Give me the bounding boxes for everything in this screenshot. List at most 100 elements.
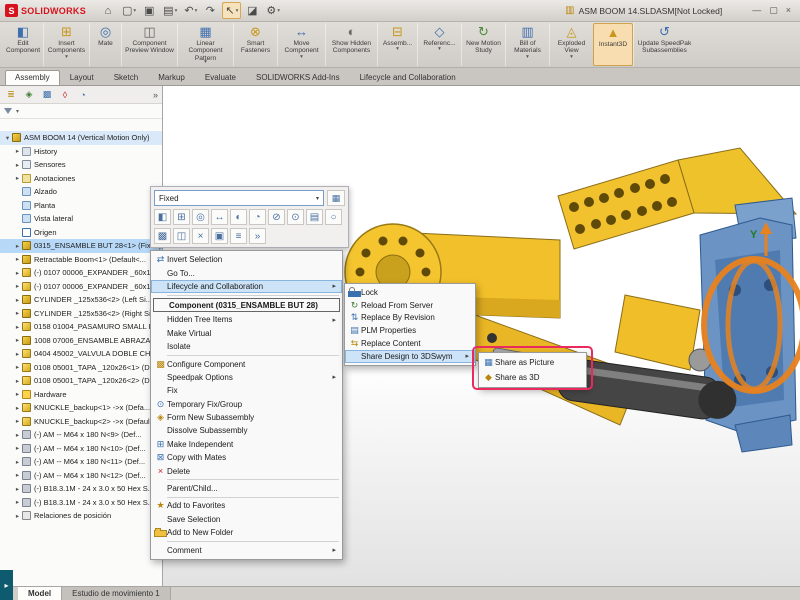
menu-item[interactable]: Add to New Folder: [151, 526, 342, 539]
dropdown-arrow-icon[interactable]: ▾: [570, 55, 573, 60]
dropdown-arrow-icon[interactable]: ▾: [195, 8, 198, 14]
ribbon-button[interactable]: ▦ Linear Component Pattern ▾: [177, 23, 233, 66]
expand-caret-icon[interactable]: ▸: [13, 147, 22, 155]
menu-item[interactable]: ◈ Form New Subassembly: [151, 411, 342, 424]
command-tab[interactable]: Markup: [148, 70, 195, 85]
dropdown-arrow-icon[interactable]: ▾: [526, 55, 529, 60]
y-axis-arrow[interactable]: [760, 222, 772, 256]
context-toolbar-pin-icon[interactable]: ▦: [327, 190, 345, 206]
tree-item[interactable]: ▸ KNUCKLE_backup<2> ->x (Defaul...: [0, 415, 162, 429]
ribbon-button[interactable]: ▲ Instant3D: [593, 23, 633, 66]
menu-item[interactable]: Dissolve Subassembly: [151, 424, 342, 437]
context-tool-button[interactable]: ↔: [211, 209, 228, 225]
expand-caret-icon[interactable]: ▸: [13, 350, 22, 358]
component-state-dropdown[interactable]: Fixed ▾: [154, 190, 324, 206]
panel-tab[interactable]: ≣: [4, 88, 18, 102]
expand-caret-icon[interactable]: ▸: [13, 363, 22, 371]
menu-item[interactable]: ▦ Share as Picture: [479, 355, 586, 370]
tree-item[interactable]: ▸ 0158 01004_PASAMURO SMALL E...: [0, 320, 162, 334]
dropdown-arrow-icon[interactable]: ▾: [133, 8, 136, 14]
expand-caret-icon[interactable]: ▸: [13, 485, 22, 493]
context-tool-button[interactable]: ⊞: [173, 209, 190, 225]
command-tab[interactable]: Lifecycle and Collaboration: [350, 70, 466, 85]
dropdown-arrow-icon[interactable]: ▾: [300, 55, 303, 60]
context-tool-button[interactable]: ▣: [211, 228, 228, 244]
menu-item[interactable]: Save Selection: [151, 513, 342, 526]
ribbon-button[interactable]: ⊞ Insert Components ▾: [43, 23, 89, 66]
menu-item[interactable]: Hidden Tree Items ▸: [151, 313, 342, 326]
ribbon-button[interactable]: ◬ Exploded View ▾: [549, 23, 593, 66]
ribbon-button[interactable]: ◫ Component Preview Window: [121, 23, 177, 66]
command-tab[interactable]: Layout: [60, 70, 104, 85]
ribbon-button[interactable]: ▥ Bill of Materials ▾: [505, 23, 549, 66]
menu-item[interactable]: Share Design to 3DSwym ▸: [345, 350, 475, 363]
tree-item[interactable]: ▸ 0404 45002_VALVULA DOBLE CHE...: [0, 347, 162, 361]
context-tool-button[interactable]: ◔: [249, 209, 266, 225]
toolbar-icon[interactable]: ⌂: [100, 2, 117, 19]
toolbar-icon[interactable]: ▢▾: [120, 2, 138, 19]
context-tool-button[interactable]: ◧: [154, 209, 171, 225]
menu-item[interactable]: [151, 293, 342, 297]
context-tool-button[interactable]: ◐: [230, 209, 247, 225]
tree-item[interactable]: Planta: [0, 199, 162, 213]
dropdown-arrow-icon[interactable]: ▾: [277, 8, 280, 14]
menu-item[interactable]: × Delete: [151, 464, 342, 477]
menu-item[interactable]: ▤ PLM Properties: [345, 324, 475, 337]
tree-item[interactable]: Vista lateral: [0, 212, 162, 226]
menu-item[interactable]: Component (0315_ENSAMBLE BUT 28): [153, 298, 340, 312]
dropdown-arrow-icon[interactable]: ▾: [65, 55, 68, 60]
menu-item[interactable]: ⇆ Replace Content: [345, 337, 475, 350]
expand-caret-icon[interactable]: ▸: [13, 336, 22, 344]
tree-item[interactable]: ▸ (-) 0107 00006_EXPANDER _60x14...: [0, 280, 162, 294]
expand-caret-icon[interactable]: ▸: [13, 431, 22, 439]
menu-item[interactable]: Go To...: [151, 266, 342, 279]
window-control-button[interactable]: —: [752, 5, 761, 16]
expand-caret-icon[interactable]: ▸: [13, 417, 22, 425]
panel-tab[interactable]: ◈: [22, 88, 36, 102]
ribbon-button[interactable]: ◧ Edit Component: [3, 23, 43, 66]
toolbar-icon[interactable]: ↖▾: [222, 2, 241, 19]
menu-item[interactable]: ⊠ Copy with Mates: [151, 451, 342, 464]
expand-caret-icon[interactable]: ▸: [13, 282, 22, 290]
menu-item[interactable]: Lock: [345, 286, 475, 299]
tree-item[interactable]: ▸ 1008 07006_ENSAMBLE ABRAZA...: [0, 334, 162, 348]
window-control-button[interactable]: ×: [786, 5, 791, 16]
dropdown-arrow-icon[interactable]: ▾: [236, 8, 239, 14]
toolbar-icon[interactable]: ⚙▾: [264, 2, 282, 19]
model-view-tab[interactable]: Model: [18, 587, 62, 600]
tree-item[interactable]: ▸ History: [0, 145, 162, 159]
tree-item[interactable]: Alzado: [0, 185, 162, 199]
context-tool-button[interactable]: ⊘: [268, 209, 285, 225]
tree-item[interactable]: ▸ 0108 05001_TAPA _120x26<2> (D...: [0, 374, 162, 388]
ribbon-button[interactable]: ◎ Mate: [89, 23, 121, 66]
command-tab[interactable]: SOLIDWORKS Add-Ins: [246, 70, 350, 85]
context-tool-button[interactable]: ≡: [230, 228, 247, 244]
context-tool-button[interactable]: ▤: [306, 209, 323, 225]
expand-caret-icon[interactable]: ▸: [13, 512, 22, 520]
panel-tab[interactable]: ◔: [76, 88, 90, 102]
rotate-manipulator-ring[interactable]: [704, 259, 800, 391]
tree-item[interactable]: ▸ (-) B18.3.1M - 24 x 3.0 x 50 Hex S...: [0, 482, 162, 496]
dropdown-arrow-icon[interactable]: ▾: [175, 8, 178, 14]
filter-dropdown-arrow-icon[interactable]: ▾: [16, 108, 19, 115]
menu-item[interactable]: Fix: [151, 384, 342, 397]
expand-caret-icon[interactable]: ▸: [13, 323, 22, 331]
tree-item[interactable]: ▸ Retractable Boom<1> (Default<...: [0, 253, 162, 267]
ribbon-button[interactable]: ◇ Referenc... ▾: [417, 23, 461, 66]
ribbon-button[interactable]: ↺ Update SpeedPak Subassemblies: [633, 23, 695, 66]
panel-expand-chevron-icon[interactable]: »: [153, 90, 158, 100]
menu-item[interactable]: Comment ▸: [151, 543, 342, 556]
tree-item[interactable]: ▸ CYLINDER _125x536<2> (Right Si...: [0, 307, 162, 321]
dropdown-arrow-icon[interactable]: ▾: [204, 60, 207, 65]
command-tab[interactable]: Evaluate: [195, 70, 246, 85]
expand-caret-icon[interactable]: ▸: [13, 498, 22, 506]
menu-item[interactable]: Lifecycle and Collaboration ▸: [151, 280, 342, 293]
tree-item[interactable]: ▸ 0108 05001_TAPA _120x26<1> (D...: [0, 361, 162, 375]
toolbar-icon[interactable]: ▤▾: [161, 2, 179, 19]
tree-item[interactable]: ▸ (-) AM -- M64 x 180 N<12> (Def...: [0, 469, 162, 483]
context-tool-button[interactable]: ○: [325, 209, 342, 225]
expand-caret-icon[interactable]: ▸: [13, 444, 22, 452]
tree-item[interactable]: ▾ ASM BOOM 14 (Vertical Motion Only): [0, 131, 162, 145]
ribbon-button[interactable]: ⊗ Smart Fasteners: [233, 23, 277, 66]
expand-caret-icon[interactable]: ▾: [3, 134, 12, 142]
